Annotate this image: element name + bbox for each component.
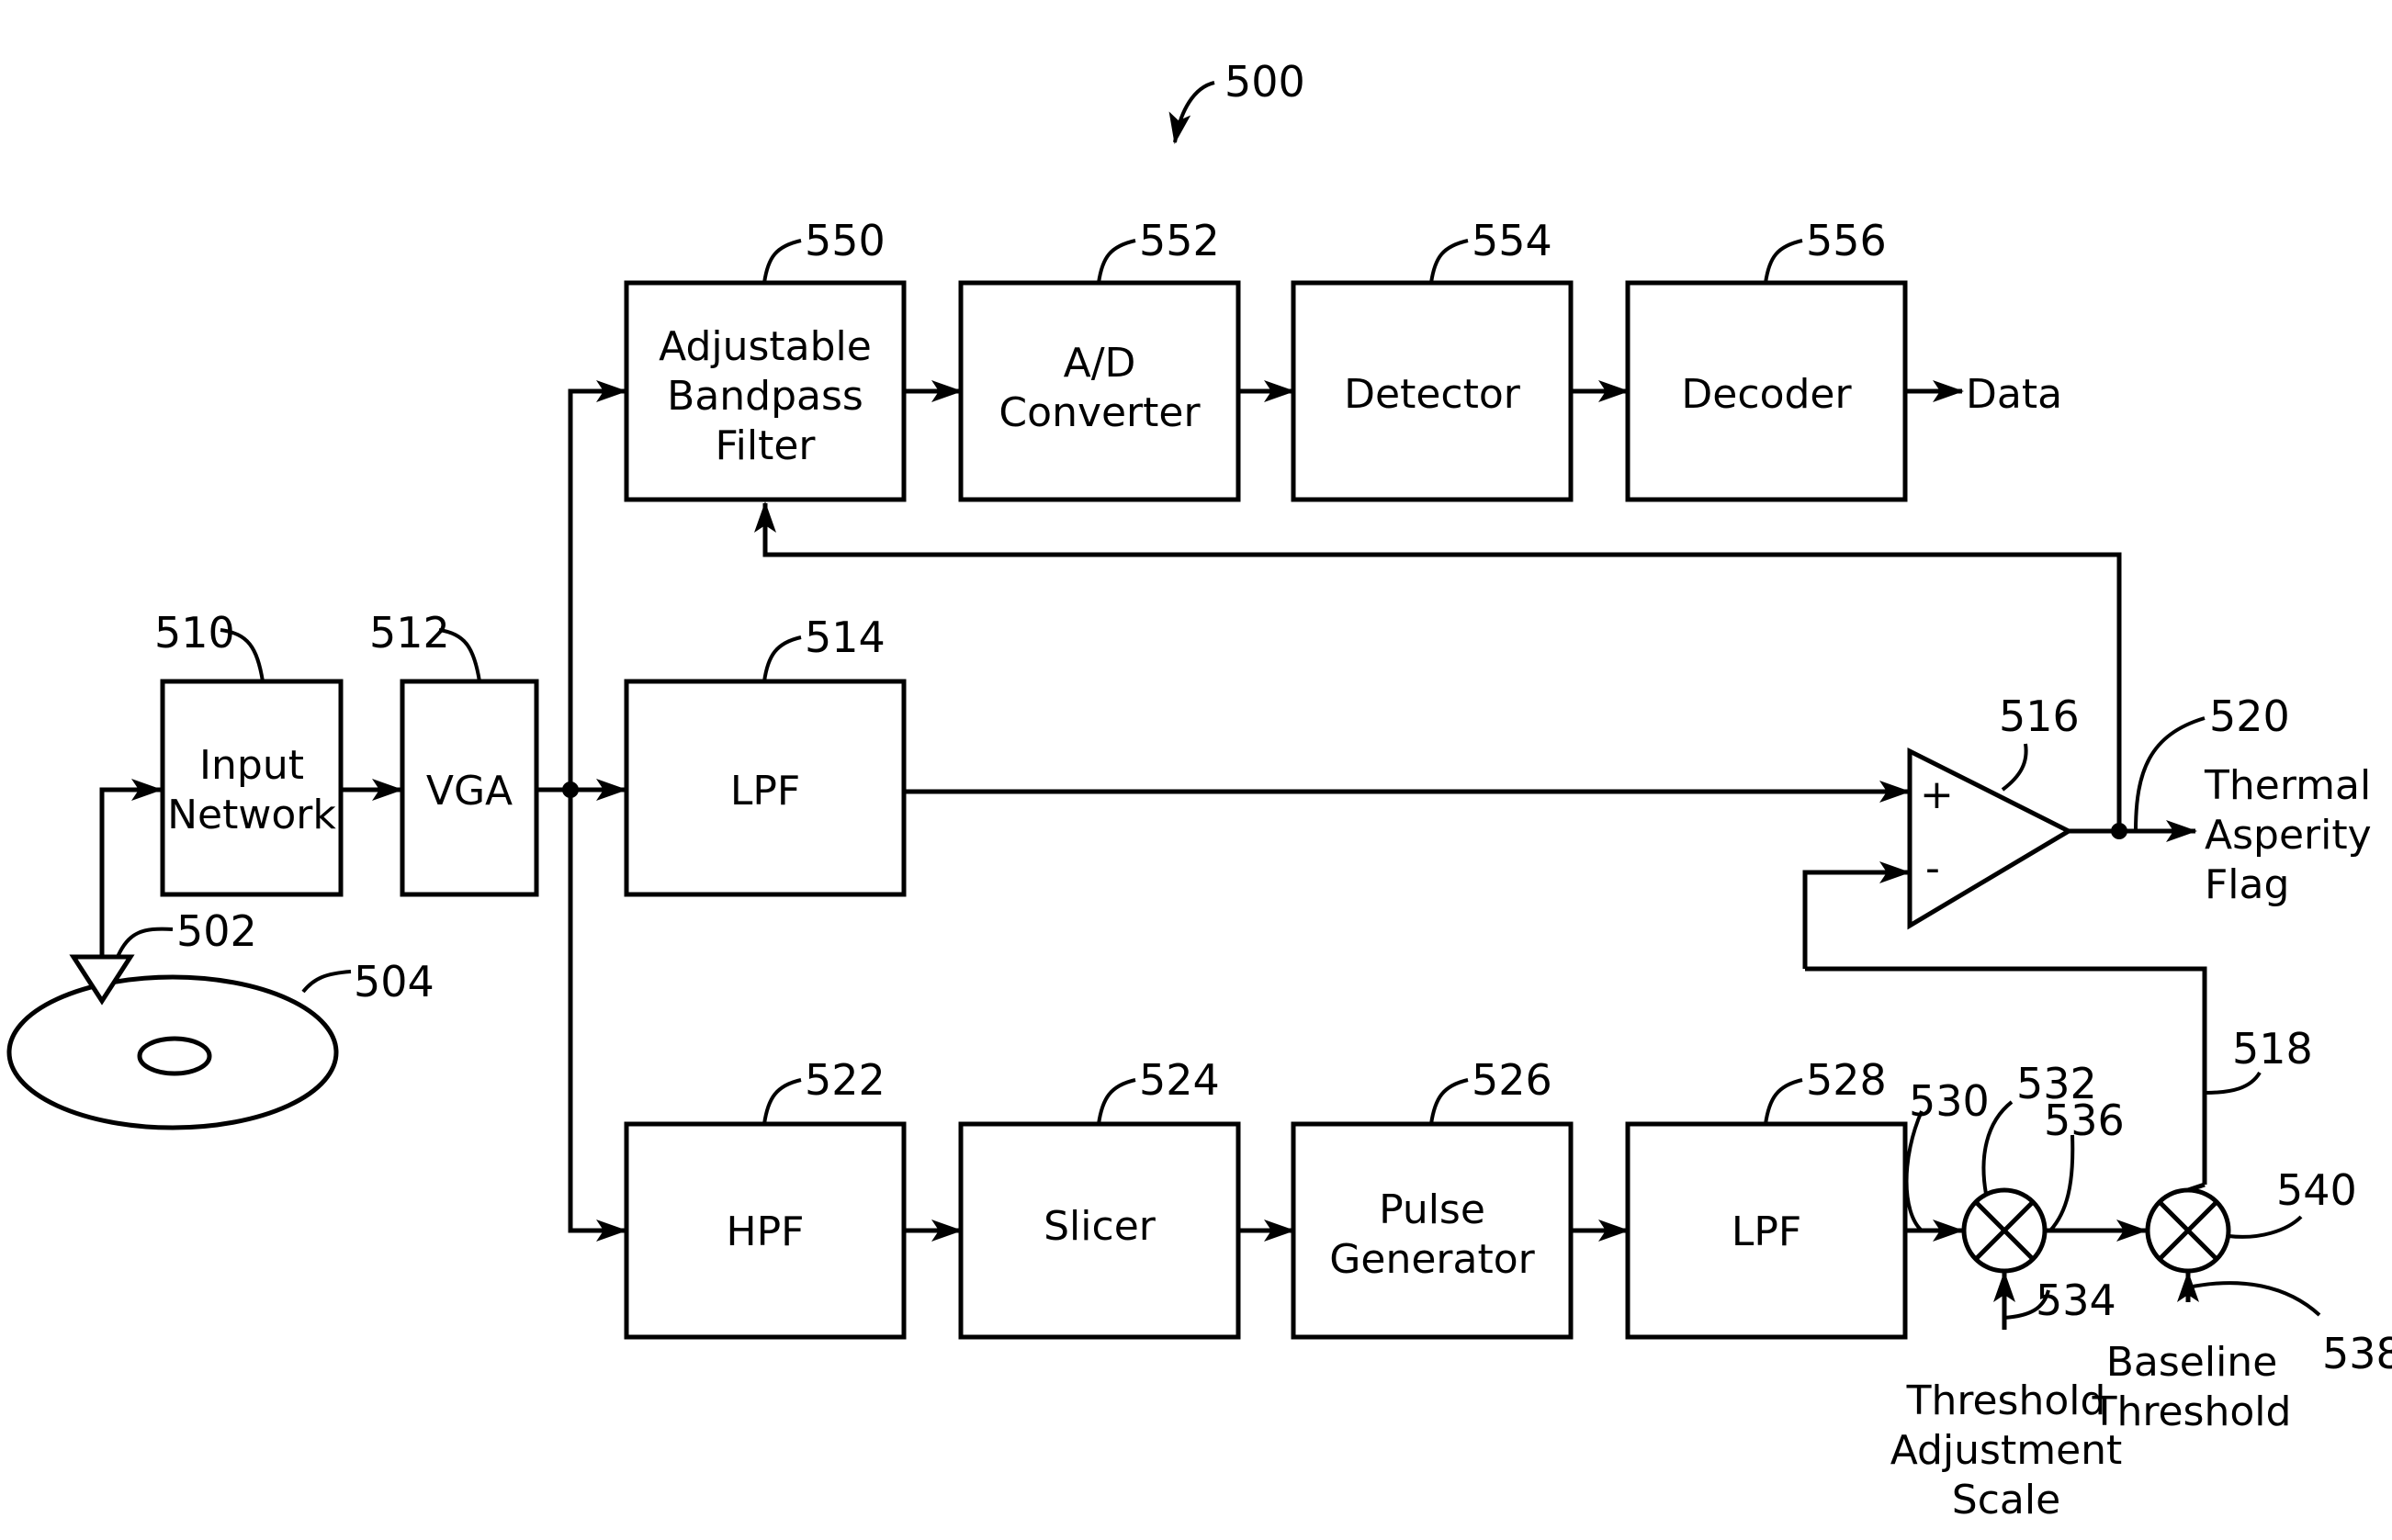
ref-540: 540 xyxy=(2276,1165,2357,1215)
block-526-line-2: Generator xyxy=(1329,1236,1535,1283)
block-552-ad-converter: A/D Converter 552 xyxy=(958,216,1241,502)
leader-526 xyxy=(1429,1078,1469,1125)
threshold-adjust-line-3: Scale xyxy=(1952,1477,2060,1523)
leader-520 xyxy=(2134,716,2206,832)
figure-ref-arrow xyxy=(1168,81,1215,144)
threshold-adjustment-scale-label: Threshold Adjustment Scale xyxy=(1890,1377,2123,1523)
arrow-head-to-510 xyxy=(99,779,163,957)
block-522-line-1: HPF xyxy=(727,1208,805,1255)
ref-504: 504 xyxy=(354,957,434,1006)
block-512-vga: VGA 512 xyxy=(369,608,539,897)
block-552-line-1: A/D xyxy=(1064,340,1136,387)
arrow-bus-to-550 xyxy=(568,380,627,790)
comparator-minus-sign: - xyxy=(1925,845,1940,892)
disk-504: 504 xyxy=(6,957,434,1130)
baseline-threshold-line-1: Baseline xyxy=(2106,1339,2278,1386)
block-524-line-1: Slicer xyxy=(1044,1203,1157,1250)
leader-522 xyxy=(762,1078,802,1125)
block-554-line-1: Detector xyxy=(1344,371,1521,418)
block-528-line-1: LPF xyxy=(1732,1208,1801,1255)
block-526-pulse-generator: Pulse Generator 526 xyxy=(1291,1055,1574,1340)
ref-536: 536 xyxy=(2044,1096,2125,1145)
block-554-detector: Detector 554 xyxy=(1291,216,1574,502)
block-diagram: 500 Adjustable Bandpass Filter 550 A/D C… xyxy=(6,57,2392,1523)
ref-534: 534 xyxy=(2036,1276,2116,1325)
arrow-threshold-to-comparator-minus xyxy=(1802,861,1911,969)
leader-502 xyxy=(116,927,174,958)
ref-552: 552 xyxy=(1139,216,1220,265)
block-550-adjustable-bandpass-filter: Adjustable Bandpass Filter 550 xyxy=(624,216,907,502)
comparator-516: + - 516 xyxy=(1907,691,2080,930)
leader-536 xyxy=(2048,1134,2075,1232)
leader-530 xyxy=(1904,1110,1924,1232)
block-556-line-1: Decoder xyxy=(1681,371,1852,418)
block-512-line-1: VGA xyxy=(426,768,513,815)
block-510-input-network: Input Network 510 xyxy=(154,608,344,897)
ref-512: 512 xyxy=(369,608,450,658)
data-output-label: Data xyxy=(1966,371,2062,418)
leader-504 xyxy=(301,970,352,994)
block-556-decoder: Decoder 556 xyxy=(1625,216,1908,502)
arrow-bus-to-522 xyxy=(568,790,627,1242)
block-550-line-1: Adjustable xyxy=(659,323,872,370)
leader-516 xyxy=(2001,743,2028,792)
ref-556: 556 xyxy=(1806,216,1887,265)
ref-554: 554 xyxy=(1472,216,1552,265)
figure-ref-label: 500 xyxy=(1224,57,1305,107)
ref-530: 530 xyxy=(1909,1076,1990,1126)
flag-520: 520 Thermal Asperity Flag xyxy=(2134,691,2372,908)
ref-550: 550 xyxy=(805,216,886,265)
block-528-lpf: LPF 528 xyxy=(1625,1055,1908,1340)
ref-514: 514 xyxy=(805,613,886,662)
threshold-adjust-line-2: Adjustment xyxy=(1890,1427,2123,1474)
flag-line-1: Thermal xyxy=(2204,762,2371,809)
block-510-line-2: Network xyxy=(167,792,336,838)
threshold-line-join xyxy=(2187,1182,2206,1193)
leader-540 xyxy=(2228,1215,2303,1239)
ref-516: 516 xyxy=(1999,691,2080,741)
ref-524: 524 xyxy=(1139,1055,1220,1105)
ref-528: 528 xyxy=(1806,1055,1887,1105)
multiplier-540: 540 xyxy=(2145,1165,2357,1274)
block-552-line-2: Converter xyxy=(999,389,1201,436)
block-524-slicer: Slicer 524 xyxy=(958,1055,1241,1340)
ref-538: 538 xyxy=(2322,1329,2392,1378)
block-514-lpf: LPF 514 xyxy=(624,613,907,897)
flag-line-3: Flag xyxy=(2205,861,2289,908)
leader-552 xyxy=(1097,239,1136,284)
baseline-threshold-line-2: Threshold xyxy=(2092,1388,2292,1435)
leader-514 xyxy=(762,635,802,682)
comparator-plus-sign: + xyxy=(1920,771,1954,818)
block-514-line-1: LPF xyxy=(730,768,800,815)
leader-550 xyxy=(762,239,802,284)
figure-ref-500: 500 xyxy=(1168,57,1305,144)
block-550-line-2: Bandpass xyxy=(667,373,863,420)
leader-556 xyxy=(1764,239,1803,284)
disk-spindle-icon xyxy=(137,1036,212,1076)
multiplier-532: 530 532 536 xyxy=(1904,1059,2125,1274)
ref-518: 518 xyxy=(2232,1024,2313,1074)
block-550-line-3: Filter xyxy=(716,422,817,469)
ref-526: 526 xyxy=(1472,1055,1552,1105)
leader-528 xyxy=(1764,1078,1803,1125)
ref-510: 510 xyxy=(154,608,235,658)
ref-522: 522 xyxy=(805,1055,886,1105)
ref-520: 520 xyxy=(2209,691,2290,741)
disk-icon xyxy=(6,974,339,1130)
junction-dot-flag xyxy=(2111,823,2127,839)
leader-538 xyxy=(2187,1281,2321,1317)
ref-502: 502 xyxy=(176,906,257,956)
baseline-threshold-label: Baseline Threshold xyxy=(2092,1339,2292,1435)
leader-554 xyxy=(1429,239,1469,284)
block-510-line-1: Input xyxy=(199,742,304,789)
threshold-adjust-line-1: Threshold xyxy=(1906,1377,2106,1424)
flag-line-2: Asperity xyxy=(2205,812,2372,859)
block-526-line-1: Pulse xyxy=(1379,1186,1485,1233)
leader-518 xyxy=(2204,1071,2262,1095)
leader-524 xyxy=(1097,1078,1136,1125)
block-522-hpf: HPF 522 xyxy=(624,1055,907,1340)
